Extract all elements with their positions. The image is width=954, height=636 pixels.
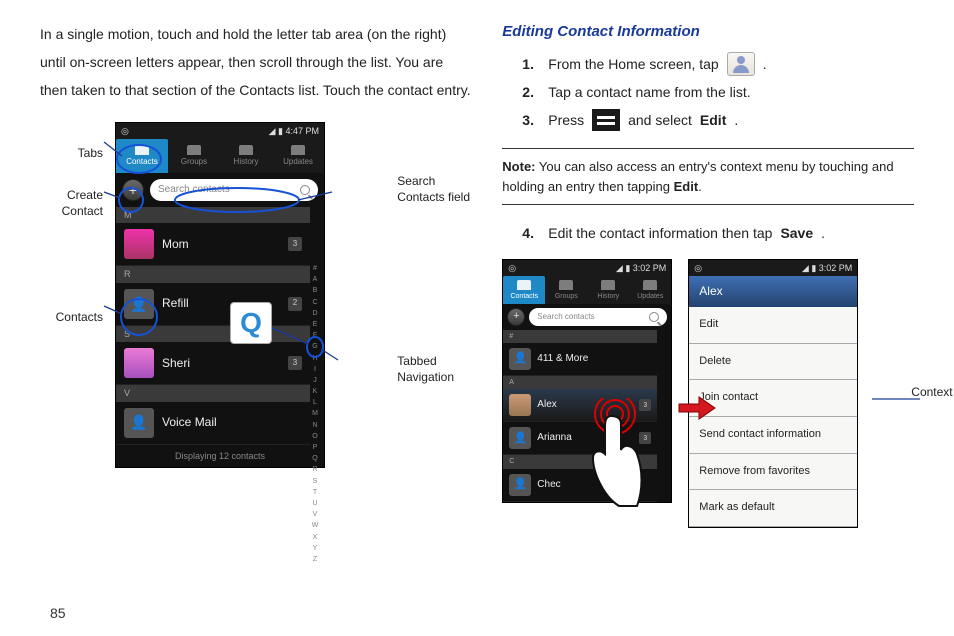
statusbar: ◎◢ ▮ 3:02 PM bbox=[503, 260, 671, 276]
phone-screenshot-2: ◎◢ ▮ 3:02 PM Contacts Groups History Upd… bbox=[502, 259, 672, 503]
intro-paragraph: In a single motion, touch and hold the l… bbox=[40, 20, 472, 104]
ctx-item-default[interactable]: Mark as default bbox=[689, 490, 857, 527]
label-search-field: Search Contacts field bbox=[397, 174, 482, 205]
contact-count: 2 bbox=[288, 297, 302, 311]
context-menu-header: Alex bbox=[689, 276, 857, 307]
avatar: 👤 bbox=[124, 408, 154, 438]
tab-groups[interactable]: Groups bbox=[545, 276, 587, 304]
label-tabbed-nav: Tabbed Navigation bbox=[397, 354, 482, 385]
search-contacts-field[interactable]: Search contacts bbox=[529, 308, 667, 326]
letter-separator: V bbox=[116, 385, 310, 401]
letter-separator: S bbox=[116, 326, 310, 342]
note-box: Note: You can also access an entry's con… bbox=[502, 148, 914, 205]
search-row: + Search contacts bbox=[116, 173, 324, 207]
contact-count: 3 bbox=[288, 237, 302, 251]
label-contacts: Contacts bbox=[56, 308, 103, 327]
screenshot-left-wrap: Tabs Create Contact Contacts Search Cont… bbox=[40, 122, 472, 468]
step-3: 3. Press and select Edit. bbox=[522, 106, 914, 134]
avatar: 👤 bbox=[124, 289, 154, 319]
contact-row[interactable]: Mom 3 bbox=[116, 223, 310, 266]
letter-overlay: Q bbox=[230, 302, 272, 344]
phone-screenshot-1: ◎ ◢ ▮ 4:47 PM Contacts Groups History Up… bbox=[115, 122, 325, 468]
phones-row: ◎◢ ▮ 3:02 PM Contacts Groups History Upd… bbox=[502, 259, 914, 528]
statusbar: ◎ ◢ ▮ 4:47 PM bbox=[116, 123, 324, 139]
contact-row[interactable]: 👤 Refill 2 bbox=[116, 283, 310, 326]
search-placeholder: Search contacts bbox=[158, 182, 230, 198]
letter-separator: # bbox=[503, 330, 657, 343]
contacts-list: M Mom 3 R 👤 Refill 2 S She bbox=[116, 207, 324, 445]
tab-history[interactable]: History bbox=[587, 276, 629, 304]
ctx-item-edit[interactable]: Edit bbox=[689, 307, 857, 344]
create-contact-button[interactable]: + bbox=[507, 308, 525, 326]
hand-pointer-icon bbox=[581, 410, 651, 520]
ctx-item-remove-fav[interactable]: Remove from favorites bbox=[689, 454, 857, 491]
page-number: 85 bbox=[50, 602, 66, 624]
contact-count: 3 bbox=[288, 356, 302, 370]
create-contact-button[interactable]: + bbox=[122, 179, 144, 201]
avatar bbox=[509, 394, 531, 416]
contact-name: Voice Mail bbox=[162, 413, 302, 432]
letter-separator: A bbox=[503, 376, 657, 389]
label-tabs: Tabs bbox=[78, 144, 103, 163]
tab-groups[interactable]: Groups bbox=[168, 139, 220, 173]
tab-updates[interactable]: Updates bbox=[629, 276, 671, 304]
alpha-index[interactable]: #ABCDEFGHIJKLMNOPQRSTUVWXYZ bbox=[309, 263, 321, 427]
tab-history[interactable]: History bbox=[220, 139, 272, 173]
status-time: 4:47 PM bbox=[285, 126, 319, 136]
tab-contacts[interactable]: Contacts bbox=[503, 276, 545, 304]
search-icon bbox=[649, 312, 659, 322]
contact-row[interactable]: 👤 411 & More bbox=[503, 343, 657, 376]
step-2: 2. Tap a contact name from the list. bbox=[522, 78, 914, 106]
search-contacts-field[interactable]: Search contacts bbox=[150, 179, 318, 201]
step-1: 1. From the Home screen, tap . bbox=[522, 50, 914, 78]
menu-key-icon bbox=[592, 109, 620, 131]
arrow-right-icon bbox=[677, 394, 717, 422]
ctx-item-delete[interactable]: Delete bbox=[689, 344, 857, 381]
label-context-menu: Context Menu bbox=[911, 384, 954, 401]
tab-contacts[interactable]: Contacts bbox=[116, 139, 168, 173]
avatar bbox=[124, 348, 154, 378]
tab-updates[interactable]: Updates bbox=[272, 139, 324, 173]
label-create-contact: Create Contact bbox=[28, 188, 103, 219]
footer-count: Displaying 12 contacts bbox=[116, 445, 324, 467]
tabs-row: Contacts Groups History Updates bbox=[116, 139, 324, 173]
step-4: 4. Edit the contact information then tap… bbox=[522, 219, 914, 247]
contact-name: Sheri bbox=[162, 354, 280, 373]
contact-name: 411 & More bbox=[537, 351, 651, 367]
letter-separator: R bbox=[116, 266, 310, 282]
letter-separator: M bbox=[116, 207, 310, 223]
avatar: 👤 bbox=[509, 474, 531, 496]
section-heading: Editing Contact Information bbox=[502, 20, 914, 44]
contact-row[interactable]: Sheri 3 bbox=[116, 342, 310, 385]
avatar: 👤 bbox=[509, 427, 531, 449]
search-icon bbox=[300, 185, 310, 195]
avatar: 👤 bbox=[509, 348, 531, 370]
contact-name: Mom bbox=[162, 235, 280, 254]
contacts-app-icon bbox=[727, 52, 755, 76]
ctx-item-send[interactable]: Send contact information bbox=[689, 417, 857, 454]
avatar bbox=[124, 229, 154, 259]
contact-row[interactable]: 👤 Voice Mail bbox=[116, 402, 310, 445]
